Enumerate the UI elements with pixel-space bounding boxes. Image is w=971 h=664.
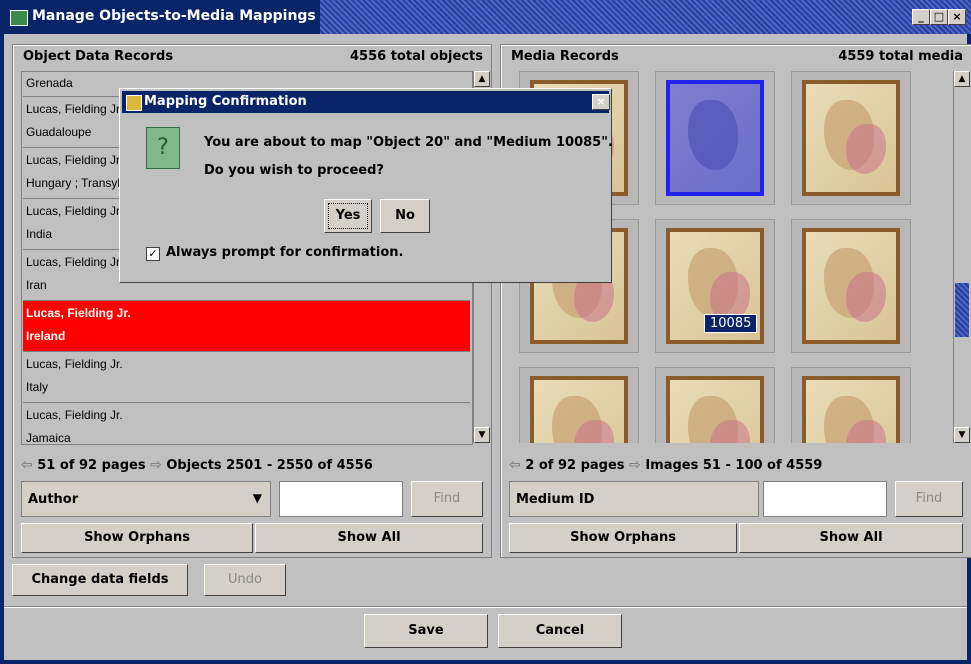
scroll-thumb[interactable] [955, 283, 969, 337]
scroll-up-icon[interactable]: ▲ [474, 71, 490, 87]
media-scrollbar[interactable]: ▲ ▼ [953, 71, 970, 443]
dialog-message: You are about to map "Object 20" and "Me… [204, 135, 613, 150]
app-icon [126, 95, 142, 111]
prev-page-icon[interactable]: ⇦ [509, 457, 521, 473]
find-button[interactable]: Find [895, 481, 963, 517]
main-window: Manage Objects-to-Media Mappings _ □ × O… [0, 0, 971, 664]
divider [4, 607, 967, 608]
yes-button[interactable]: Yes [324, 199, 372, 233]
close-icon[interactable]: × [592, 94, 610, 110]
scroll-up-icon[interactable]: ▲ [954, 71, 970, 87]
media-pager: ⇦ 2 of 92 pages ⇨ Images 51 - 100 of 455… [509, 457, 823, 473]
media-thumbnail[interactable] [655, 367, 775, 443]
media-thumbnail[interactable] [791, 71, 911, 205]
window-title: Manage Objects-to-Media Mappings [32, 8, 316, 24]
show-orphans-button[interactable]: Show Orphans [21, 523, 253, 553]
panel-header: Media Records 4559 total media [511, 49, 963, 69]
total-count: 4556 total objects [350, 49, 483, 64]
panel-title: Object Data Records [23, 49, 174, 64]
save-button[interactable]: Save [364, 614, 488, 648]
maximize-icon[interactable]: □ [930, 9, 948, 25]
medium-id-tooltip: 10085 [704, 314, 758, 333]
app-icon [10, 10, 28, 26]
media-thumbnail-selected[interactable] [655, 71, 775, 205]
media-thumbnail[interactable] [791, 367, 911, 443]
chevron-down-icon: ▼ [252, 491, 262, 505]
find-button[interactable]: Find [411, 481, 483, 517]
prev-page-icon[interactable]: ⇦ [21, 457, 33, 473]
question-icon: ? [146, 127, 180, 169]
close-icon[interactable]: × [948, 9, 966, 25]
show-all-button[interactable]: Show All [255, 523, 483, 553]
search-input[interactable] [763, 481, 887, 517]
next-page-icon[interactable]: ⇨ [150, 457, 162, 473]
scroll-down-icon[interactable]: ▼ [954, 427, 970, 443]
panel-title: Media Records [511, 49, 619, 64]
dialog-title: Mapping Confirmation [144, 94, 307, 109]
list-item-selected[interactable]: Lucas, Fielding Jr. Ireland [23, 301, 470, 352]
checkbox-label: Always prompt for confirmation. [166, 245, 404, 260]
object-pager: ⇦ 51 of 92 pages ⇨ Objects 2501 - 2550 o… [21, 457, 373, 473]
undo-button[interactable]: Undo [204, 564, 286, 596]
scroll-down-icon[interactable]: ▼ [474, 427, 490, 443]
no-button[interactable]: No [380, 199, 430, 233]
media-thumbnail[interactable] [791, 219, 911, 353]
list-item[interactable]: Lucas, Fielding Jr. Jamaica [23, 403, 470, 444]
always-prompt-checkbox[interactable]: ✓ [146, 247, 160, 261]
list-item[interactable]: Lucas, Fielding Jr. Italy [23, 352, 470, 403]
mapping-confirmation-dialog: Mapping Confirmation × ? You are about t… [119, 88, 613, 283]
media-thumbnail[interactable] [519, 367, 639, 443]
cancel-button[interactable]: Cancel [498, 614, 622, 648]
minimize-icon[interactable]: _ [912, 9, 930, 25]
total-count: 4559 total media [838, 49, 963, 64]
search-input[interactable] [279, 481, 403, 517]
panel-header: Object Data Records 4556 total objects [23, 49, 483, 69]
next-page-icon[interactable]: ⇨ [629, 457, 641, 473]
show-orphans-button[interactable]: Show Orphans [509, 523, 737, 553]
media-thumbnail[interactable]: 10085 [655, 219, 775, 353]
show-all-button[interactable]: Show All [739, 523, 963, 553]
author-select[interactable]: Author ▼ [21, 481, 271, 517]
title-bar[interactable]: Manage Objects-to-Media Mappings _ □ × [0, 0, 971, 34]
dialog-question: Do you wish to proceed? [204, 163, 384, 178]
change-data-fields-button[interactable]: Change data fields [12, 564, 188, 596]
medium-id-label: Medium ID [509, 481, 759, 517]
dialog-title-bar[interactable]: Mapping Confirmation × [122, 91, 610, 113]
